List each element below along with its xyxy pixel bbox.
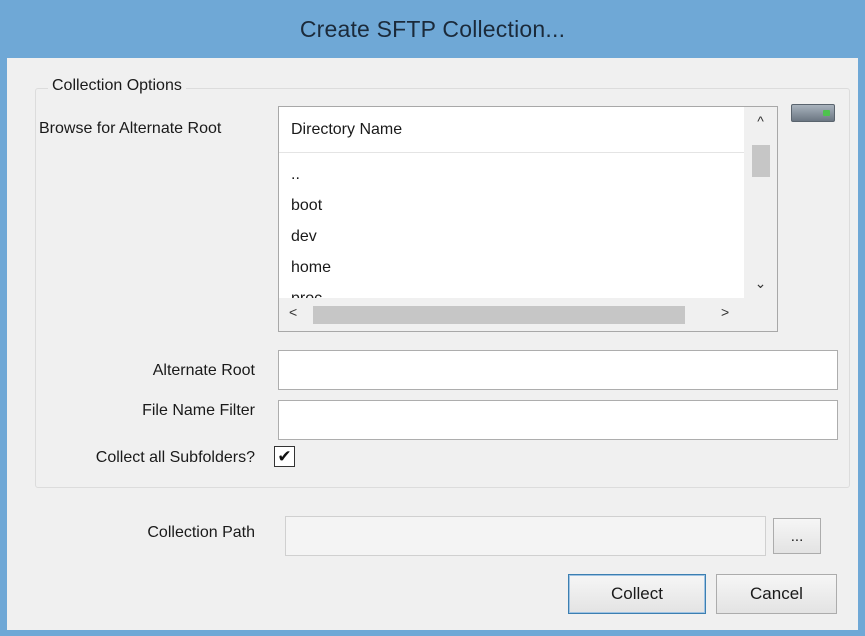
collection-path-input xyxy=(286,517,765,555)
scroll-down-icon[interactable]: ⌄ xyxy=(744,275,777,292)
browse-alternate-root-label: Browse for Alternate Root xyxy=(39,120,222,137)
dialog-body: Collection Options Browse for Alternate … xyxy=(7,58,858,630)
list-item[interactable]: boot xyxy=(279,190,744,221)
list-item[interactable]: .. xyxy=(279,159,744,190)
browse-path-button[interactable]: ... xyxy=(773,518,821,554)
scrollbar-corner xyxy=(744,298,777,331)
collect-button[interactable]: Collect xyxy=(568,574,706,614)
window-titlebar[interactable]: Create SFTP Collection... xyxy=(0,0,865,58)
scroll-right-icon[interactable]: > xyxy=(721,304,729,320)
alternate-root-field[interactable] xyxy=(278,350,838,390)
window-title: Create SFTP Collection... xyxy=(299,15,566,42)
alternate-root-input[interactable] xyxy=(279,351,837,389)
scroll-up-icon[interactable]: ^ xyxy=(744,113,777,129)
collection-options-legend: Collection Options xyxy=(48,77,186,95)
directory-listbox[interactable]: Directory Name .. boot dev home proc ^ ⌄… xyxy=(278,106,778,332)
vertical-scrollbar[interactable]: ^ ⌄ xyxy=(744,107,777,299)
collection-path-label: Collection Path xyxy=(147,524,255,541)
vertical-scroll-thumb[interactable] xyxy=(752,145,770,177)
file-name-filter-input[interactable] xyxy=(279,401,837,439)
scroll-left-icon[interactable]: < xyxy=(289,304,297,320)
collect-subfolders-label: Collect all Subfolders? xyxy=(95,449,255,466)
alternate-root-label: Alternate Root xyxy=(152,362,255,379)
horizontal-scroll-thumb[interactable] xyxy=(313,306,685,324)
directory-name-column-header[interactable]: Directory Name xyxy=(279,107,744,153)
directory-list: .. boot dev home proc xyxy=(279,159,744,314)
list-item[interactable]: dev xyxy=(279,221,744,252)
horizontal-scrollbar[interactable]: < > xyxy=(279,298,744,331)
file-name-filter-label: File Name Filter xyxy=(142,402,255,419)
collection-path-field xyxy=(285,516,766,556)
collect-subfolders-checkbox[interactable]: ✔ xyxy=(274,446,295,467)
list-item[interactable]: home xyxy=(279,252,744,283)
file-name-filter-field[interactable] xyxy=(278,400,838,440)
cancel-button[interactable]: Cancel xyxy=(716,574,837,614)
checkmark-icon: ✔ xyxy=(277,447,292,466)
drive-icon xyxy=(791,104,835,122)
